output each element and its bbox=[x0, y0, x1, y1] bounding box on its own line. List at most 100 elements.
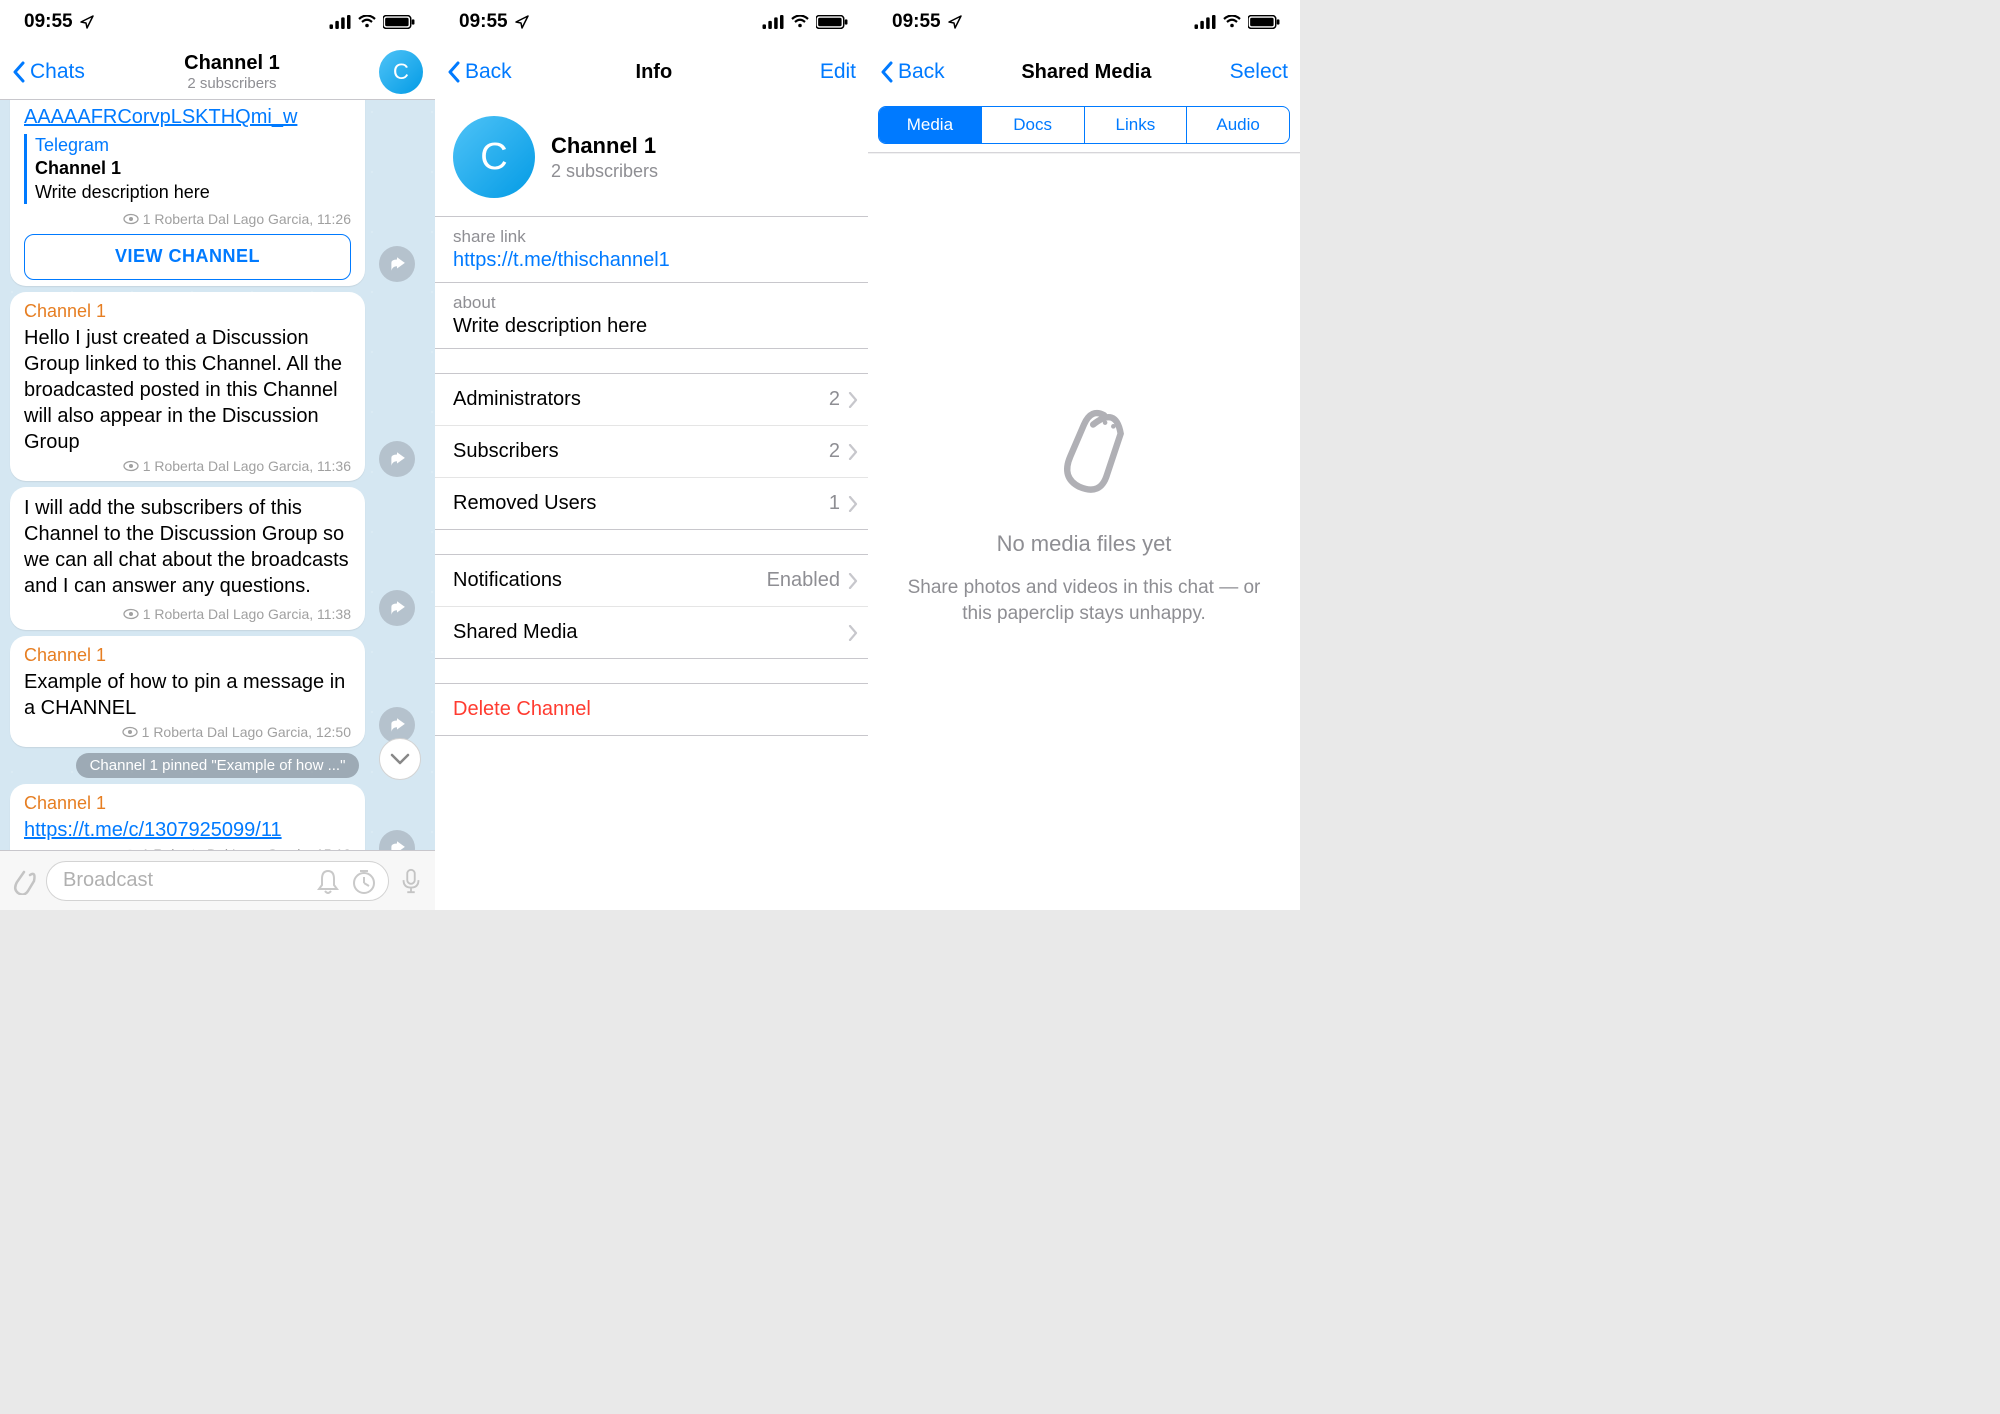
message-bubble[interactable]: Channel 1 https://t.me/c/1307925099/11 1… bbox=[10, 784, 365, 850]
share-link-label: share link bbox=[453, 227, 850, 247]
about-label: about bbox=[453, 293, 850, 313]
message-body: I will add the subscribers of this Chann… bbox=[24, 497, 349, 597]
message-sender: Channel 1 bbox=[24, 644, 351, 667]
back-button[interactable]: Back bbox=[880, 60, 945, 84]
preview-desc: Write description here bbox=[35, 181, 351, 204]
schedule-icon[interactable] bbox=[350, 867, 378, 895]
nav-subtitle: 2 subscribers bbox=[184, 75, 280, 92]
row-label: Removed Users bbox=[453, 492, 596, 515]
chat-message-area[interactable]: AAAAAFRCorvpLSKTHQmi_w Telegram Channel … bbox=[0, 100, 435, 850]
back-button[interactable]: Back bbox=[447, 60, 512, 84]
empty-title: No media files yet bbox=[997, 531, 1172, 557]
info-nav-bar: Back Info Edit bbox=[435, 44, 868, 100]
channel-avatar[interactable]: C bbox=[379, 50, 423, 94]
edit-button[interactable]: Edit bbox=[796, 60, 856, 84]
forward-button[interactable] bbox=[379, 830, 415, 850]
scroll-to-bottom-button[interactable] bbox=[379, 738, 421, 780]
link-preview: Telegram Channel 1 Write description her… bbox=[24, 134, 351, 204]
administrators-row[interactable]: Administrators 2 bbox=[435, 374, 868, 426]
nav-title: Shared Media bbox=[1021, 61, 1151, 84]
forward-button[interactable] bbox=[379, 246, 415, 282]
status-bar: 09:55 bbox=[868, 0, 1300, 44]
message-meta: 1 Roberta Dal Lago Garcia, 11:38 bbox=[123, 605, 351, 623]
message-bubble[interactable]: Channel 1 Example of how to pin a messag… bbox=[10, 636, 365, 748]
message-meta: 1 Roberta Dal Lago Garcia, 12:50 bbox=[24, 723, 351, 741]
wifi-icon bbox=[357, 15, 377, 29]
empty-body: Share photos and videos in this chat — o… bbox=[898, 575, 1270, 626]
chevron-down-icon bbox=[386, 745, 414, 773]
media-nav-bar: Back Shared Media Select bbox=[868, 44, 1300, 100]
channel-avatar[interactable]: C bbox=[453, 116, 535, 198]
wifi-icon bbox=[790, 15, 810, 29]
view-channel-button[interactable]: VIEW CHANNEL bbox=[24, 234, 351, 279]
row-value: 2 bbox=[829, 440, 840, 463]
back-button[interactable]: Chats bbox=[12, 60, 85, 84]
message-bubble[interactable]: Channel 1 Hello I just created a Discuss… bbox=[10, 292, 365, 482]
row-label: Administrators bbox=[453, 388, 581, 411]
message-link[interactable]: https://t.me/c/1307925099/11 bbox=[24, 817, 351, 843]
views-icon bbox=[122, 849, 138, 850]
signal-icon bbox=[329, 15, 351, 29]
preview-title: Channel 1 bbox=[35, 157, 351, 180]
nav-title-group[interactable]: Channel 1 2 subscribers bbox=[184, 52, 280, 92]
share-icon bbox=[388, 599, 406, 617]
battery-icon bbox=[383, 15, 415, 29]
message-bubble[interactable]: I will add the subscribers of this Chann… bbox=[10, 487, 365, 629]
share-link-row[interactable]: share link https://t.me/thischannel1 bbox=[435, 217, 868, 282]
message-input-bar: Broadcast bbox=[0, 850, 435, 910]
broadcast-input[interactable]: Broadcast bbox=[46, 861, 389, 901]
subscribers-row[interactable]: Subscribers 2 bbox=[435, 426, 868, 478]
status-bar: 09:55 bbox=[0, 0, 435, 44]
row-value: Enabled bbox=[767, 569, 840, 592]
share-icon bbox=[388, 450, 406, 468]
channel-subscribers: 2 subscribers bbox=[551, 161, 658, 182]
forward-button[interactable] bbox=[379, 441, 415, 477]
select-button[interactable]: Select bbox=[1228, 60, 1288, 84]
delete-channel-row[interactable]: Delete Channel bbox=[435, 684, 868, 735]
chevron-right-icon bbox=[848, 496, 858, 512]
chevron-left-icon bbox=[880, 61, 894, 83]
location-icon bbox=[514, 14, 530, 30]
nav-title: Info bbox=[636, 61, 673, 84]
row-value: 2 bbox=[829, 388, 840, 411]
location-icon bbox=[79, 14, 95, 30]
share-icon bbox=[388, 839, 406, 850]
signal-icon bbox=[762, 15, 784, 29]
about-row: about Write description here bbox=[435, 283, 868, 348]
microphone-icon[interactable] bbox=[397, 867, 425, 895]
message-meta: 1 Roberta Dal Lago Garcia, 11:36 bbox=[24, 457, 351, 475]
empty-state: No media files yet Share photos and vide… bbox=[868, 114, 1300, 910]
mute-icon[interactable] bbox=[314, 867, 342, 895]
share-icon bbox=[388, 255, 406, 273]
pinned-service-message[interactable]: Channel 1 pinned "Example of how ..." bbox=[76, 753, 360, 778]
notifications-row[interactable]: Notifications Enabled bbox=[435, 555, 868, 607]
message-sender: Channel 1 bbox=[24, 792, 351, 815]
shared-media-row[interactable]: Shared Media bbox=[435, 607, 868, 658]
row-label: Delete Channel bbox=[453, 698, 591, 721]
status-time: 09:55 bbox=[892, 11, 941, 33]
views-icon bbox=[122, 726, 138, 738]
chevron-right-icon bbox=[848, 625, 858, 641]
views-icon bbox=[123, 460, 139, 472]
message-link[interactable]: AAAAAFRCorvpLSKTHQmi_w bbox=[24, 104, 351, 130]
message-bubble[interactable]: AAAAAFRCorvpLSKTHQmi_w Telegram Channel … bbox=[10, 100, 365, 286]
wifi-icon bbox=[1222, 15, 1242, 29]
location-icon bbox=[947, 14, 963, 30]
attach-icon[interactable] bbox=[10, 867, 38, 895]
nav-title: Channel 1 bbox=[184, 52, 280, 75]
message-meta: 1 Roberta Dal Lago Garcia, 11:26 bbox=[24, 210, 351, 228]
paperclip-icon bbox=[1029, 397, 1139, 507]
chat-nav-bar: Chats Channel 1 2 subscribers C bbox=[0, 44, 435, 100]
chevron-right-icon bbox=[848, 392, 858, 408]
forward-button[interactable] bbox=[379, 590, 415, 626]
back-label: Back bbox=[898, 60, 945, 84]
battery-icon bbox=[1248, 15, 1280, 29]
row-label: Shared Media bbox=[453, 621, 578, 644]
share-link-url[interactable]: https://t.me/thischannel1 bbox=[453, 249, 850, 272]
message-body: Hello I just created a Discussion Group … bbox=[24, 325, 351, 455]
battery-icon bbox=[816, 15, 848, 29]
status-time: 09:55 bbox=[24, 11, 73, 33]
share-icon bbox=[388, 716, 406, 734]
chevron-right-icon bbox=[848, 444, 858, 460]
removed-users-row[interactable]: Removed Users 1 bbox=[435, 478, 868, 529]
